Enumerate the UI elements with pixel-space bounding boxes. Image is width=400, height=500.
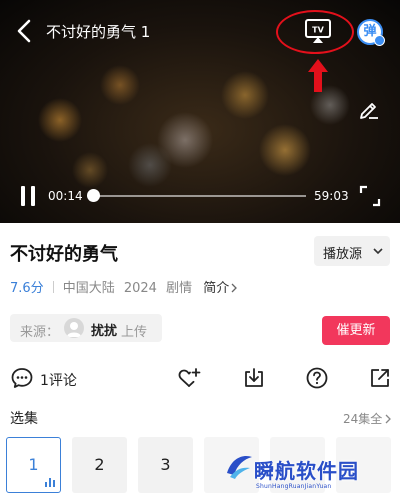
chevron-right-icon bbox=[231, 283, 238, 293]
year: 2024 bbox=[123, 281, 157, 296]
episodes-header: 选集 bbox=[10, 411, 38, 427]
intro-link[interactable]: 简介 bbox=[203, 281, 229, 296]
genre: 剧情 bbox=[166, 281, 193, 296]
episode-label: 1 bbox=[28, 455, 39, 474]
favorite-add-icon[interactable] bbox=[177, 366, 201, 390]
comment-icon[interactable] bbox=[10, 366, 34, 390]
progress-knob[interactable] bbox=[87, 189, 100, 202]
comment-count[interactable]: 1评论 bbox=[40, 370, 77, 390]
total-time: 59:03 bbox=[314, 189, 349, 203]
meta-row: 7.6分 中国大陆 2024 剧情 简介 bbox=[10, 277, 238, 296]
help-icon[interactable] bbox=[305, 366, 329, 390]
red-arrow-annotation bbox=[308, 59, 328, 92]
episode-item[interactable]: 3 bbox=[138, 437, 193, 493]
region: 中国大陆 bbox=[62, 281, 115, 296]
playing-indicator-icon bbox=[45, 477, 55, 487]
edit-pencil-icon[interactable] bbox=[357, 97, 381, 121]
episode-count: 24集全 bbox=[343, 412, 383, 426]
pause-icon[interactable] bbox=[20, 186, 36, 206]
video-title: 不讨好的勇气 1 bbox=[46, 23, 151, 41]
download-icon[interactable] bbox=[242, 366, 266, 390]
show-title: 不讨好的勇气 bbox=[10, 244, 118, 265]
watermark-text: 瞬航软件园 bbox=[254, 459, 359, 483]
player-top-bar: 不讨好的勇气 1 TV 弹 bbox=[0, 0, 400, 92]
player-controls: 00:14 59:03 bbox=[0, 180, 400, 212]
share-icon[interactable] bbox=[368, 366, 392, 390]
score: 7.6分 bbox=[10, 281, 44, 296]
danmaku-on-indicator bbox=[374, 35, 385, 46]
source-select-button[interactable]: 播放源 bbox=[314, 236, 390, 266]
chevron-right-icon bbox=[385, 414, 392, 424]
episode-item[interactable]: 2 bbox=[72, 437, 127, 493]
fullscreen-icon[interactable] bbox=[359, 185, 381, 207]
urge-update-button[interactable]: 催更新 bbox=[322, 316, 390, 345]
episode-label: 3 bbox=[160, 455, 171, 474]
tv-highlight-circle bbox=[276, 10, 354, 54]
progress-bar[interactable] bbox=[88, 195, 306, 197]
watermark-logo bbox=[227, 455, 252, 479]
watermark: 瞬航软件园 ShunHangRuanJianYuan bbox=[218, 447, 400, 500]
episode-item[interactable]: 1 bbox=[6, 437, 61, 493]
current-time: 00:14 bbox=[48, 189, 83, 203]
source-label: 来源： bbox=[20, 325, 60, 340]
watermark-subtext: ShunHangRuanJianYuan bbox=[256, 483, 332, 490]
upload-label: 上传 bbox=[121, 325, 148, 340]
chevron-down-icon bbox=[373, 248, 383, 255]
episode-label: 2 bbox=[94, 455, 105, 474]
source-select-label: 播放源 bbox=[323, 247, 363, 262]
action-row: 1评论 bbox=[0, 362, 400, 396]
avatar bbox=[64, 318, 84, 338]
uploader-name: 扰扰 bbox=[91, 324, 118, 339]
episode-count-link[interactable]: 24集全 bbox=[343, 410, 392, 427]
uploader-tag[interactable]: 来源： 扰扰 上传 bbox=[10, 314, 162, 342]
danmaku-toggle[interactable]: 弹 bbox=[357, 19, 385, 46]
back-arrow-icon[interactable] bbox=[14, 18, 36, 44]
video-player[interactable]: 不讨好的勇气 1 TV 弹 00:14 59:03 bbox=[0, 0, 400, 223]
